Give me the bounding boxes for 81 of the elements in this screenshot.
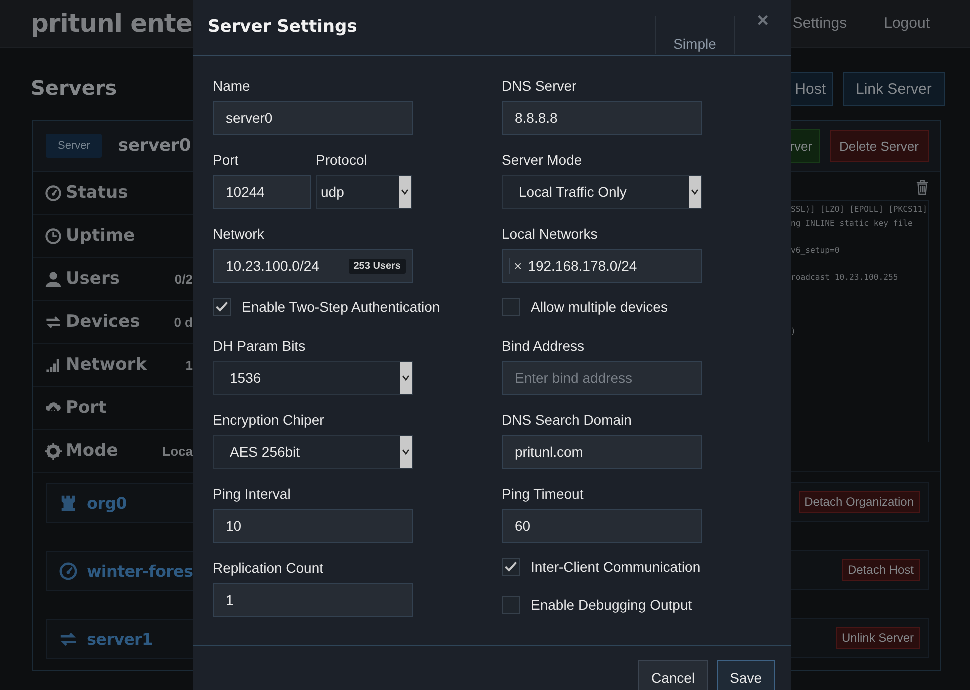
users-badge: 253 Users xyxy=(348,258,406,274)
server-name: server0 xyxy=(118,136,192,156)
check-icon xyxy=(214,299,230,315)
caret-icon xyxy=(689,176,701,208)
field-label: Name xyxy=(213,78,252,94)
input-field[interactable]: 10244 xyxy=(213,175,311,209)
clock-icon xyxy=(45,228,62,244)
page-button[interactable]: Host xyxy=(791,72,833,106)
detach-button[interactable]: Detach Organization xyxy=(798,491,920,513)
input-field[interactable]: 8.8.8.8 xyxy=(502,101,702,135)
field-label: DNS Search Domain xyxy=(502,412,633,428)
tag-label: 192.168.178.0/24 xyxy=(528,258,638,274)
checkbox[interactable] xyxy=(213,298,231,316)
simple-button[interactable]: Simple xyxy=(655,16,735,54)
remove-icon[interactable]: × xyxy=(514,258,522,274)
page-title: Servers xyxy=(31,76,118,102)
gauge-icon xyxy=(59,562,78,580)
input-field[interactable]: pritunl.com xyxy=(502,435,702,469)
field-label: Port xyxy=(213,152,240,168)
gear-icon xyxy=(45,442,62,460)
input-field[interactable]: server0 xyxy=(213,101,413,135)
stat-label: Uptime xyxy=(66,226,136,246)
select-field[interactable]: Local Traffic Only xyxy=(502,175,702,209)
log-output: SSL)] [LZO] [EPOLL] [PKCS11] ng INLINE static key file v6_setup=0 roadcast 10.23.100.255 ) xyxy=(791,200,929,442)
field-label: Ping Timeout xyxy=(502,486,585,502)
stat-value: 0 d xyxy=(174,314,193,330)
tower-icon xyxy=(59,494,78,512)
field-label: Replication Count xyxy=(213,560,325,576)
select-field[interactable]: AES 256bit xyxy=(213,435,413,469)
field-label: Ping Interval xyxy=(213,486,292,502)
checkbox[interactable] xyxy=(502,298,520,316)
field-label: DH Param Bits xyxy=(213,338,307,354)
stat-label: Mode xyxy=(66,441,118,461)
save-button[interactable]: Save xyxy=(717,660,775,690)
select-field[interactable]: 1536 xyxy=(213,361,413,395)
select-field[interactable]: udp xyxy=(316,175,412,209)
stat-value: 0/2 xyxy=(174,272,193,286)
cancel-button[interactable]: Cancel xyxy=(638,660,708,690)
stat-value: 1 xyxy=(186,358,193,372)
delete-button[interactable]: Delete Server xyxy=(830,130,929,162)
field-label: Server Mode xyxy=(502,152,584,168)
input-field[interactable]: 10 xyxy=(213,509,413,543)
checkbox-label: Enable Debugging Output xyxy=(531,596,692,614)
user-icon xyxy=(45,270,62,288)
start-button[interactable]: rver xyxy=(791,129,820,163)
field-label: Local Networks xyxy=(502,226,599,242)
checkbox-label: Enable Two-Step Authentication xyxy=(242,298,440,316)
tags-field[interactable]: × 192.168.178.0/24 xyxy=(502,249,702,283)
field-label: Protocol xyxy=(316,152,368,168)
stat-label: Status xyxy=(66,183,128,203)
page-button[interactable]: Link Server xyxy=(843,72,945,106)
stat-label: Devices xyxy=(66,312,140,332)
check-icon xyxy=(503,559,519,575)
checkbox[interactable] xyxy=(502,558,520,576)
input-field[interactable]: 60 xyxy=(502,509,702,543)
field-label: Encryption Chiper xyxy=(213,412,326,428)
stat-label: Users xyxy=(66,269,120,289)
detach-button[interactable]: Detach Host xyxy=(842,559,920,581)
stat-label: Network xyxy=(66,355,147,375)
stat-label: Port xyxy=(66,398,107,418)
input-field[interactable]: 1 xyxy=(213,583,413,617)
nav-link[interactable]: Logout xyxy=(884,15,930,32)
checkbox-label: Inter-Client Communication xyxy=(531,558,701,576)
checkbox[interactable] xyxy=(502,596,520,614)
dialog-title: Server Settings xyxy=(208,16,358,36)
server-badge: Server xyxy=(46,134,102,158)
field-label: Network xyxy=(213,226,266,242)
nav-link[interactable]: Settings xyxy=(792,15,848,32)
gauge-icon xyxy=(45,184,62,202)
trash-icon[interactable] xyxy=(916,180,929,195)
signal-icon xyxy=(45,356,62,374)
field-label: Bind Address xyxy=(502,338,586,354)
input-field[interactable]: 10.23.100.0/24 253 Users xyxy=(213,249,413,283)
checkbox-label: Allow multiple devices xyxy=(531,298,668,316)
caret-icon xyxy=(399,176,411,208)
stat-value: Loca xyxy=(162,444,193,458)
detach-button[interactable]: Unlink Server xyxy=(836,627,920,649)
caret-icon xyxy=(400,436,412,468)
field-label: DNS Server xyxy=(502,78,578,94)
input-field[interactable]: Enter bind address xyxy=(502,361,702,395)
caret-icon xyxy=(400,362,412,394)
